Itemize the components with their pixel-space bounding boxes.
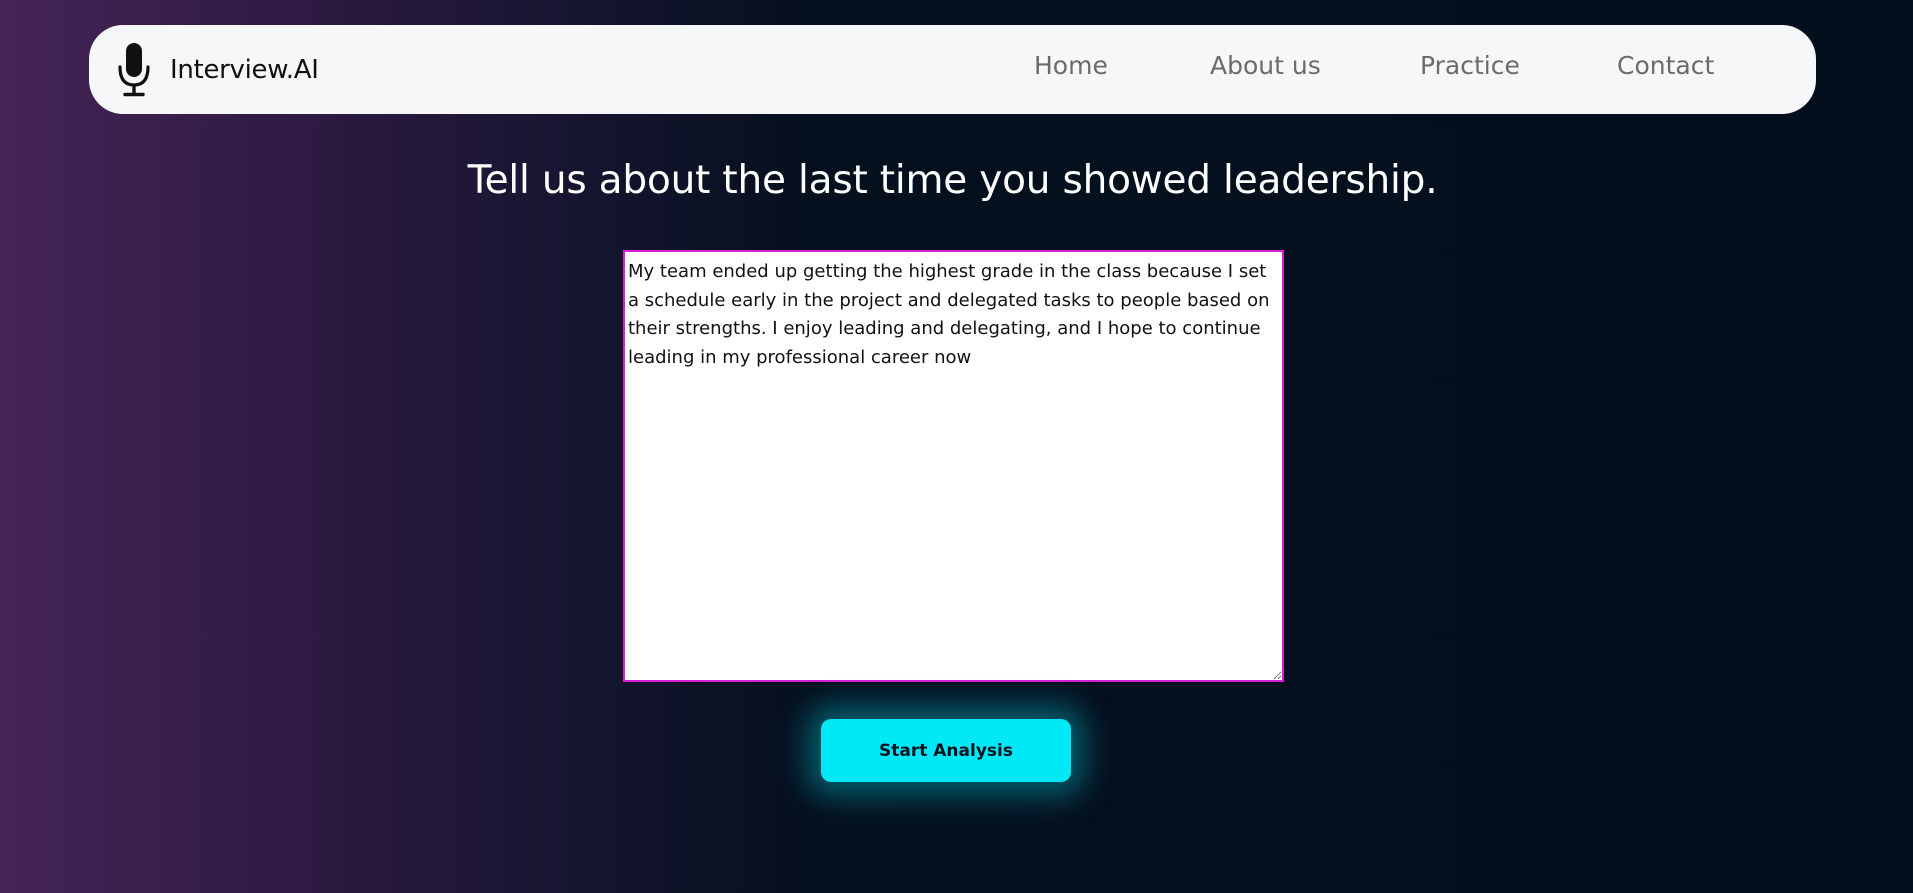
brand-logo[interactable]: Interview.AI — [116, 42, 319, 98]
answer-textarea[interactable]: My team ended up getting the highest gra… — [623, 250, 1284, 682]
nav-link-about-us[interactable]: About us — [1210, 51, 1321, 80]
microphone-icon — [118, 43, 150, 97]
nav-link-practice[interactable]: Practice — [1420, 51, 1520, 80]
nav-link-home[interactable]: Home — [1034, 51, 1108, 80]
nav-link-contact[interactable]: Contact — [1617, 51, 1714, 80]
top-navbar: Interview.AI Home About us Practice Cont… — [89, 25, 1816, 114]
start-analysis-button[interactable]: Start Analysis — [821, 719, 1071, 782]
question-heading: Tell us about the last time you showed l… — [467, 158, 1438, 203]
brand-name: Interview.AI — [170, 55, 319, 85]
